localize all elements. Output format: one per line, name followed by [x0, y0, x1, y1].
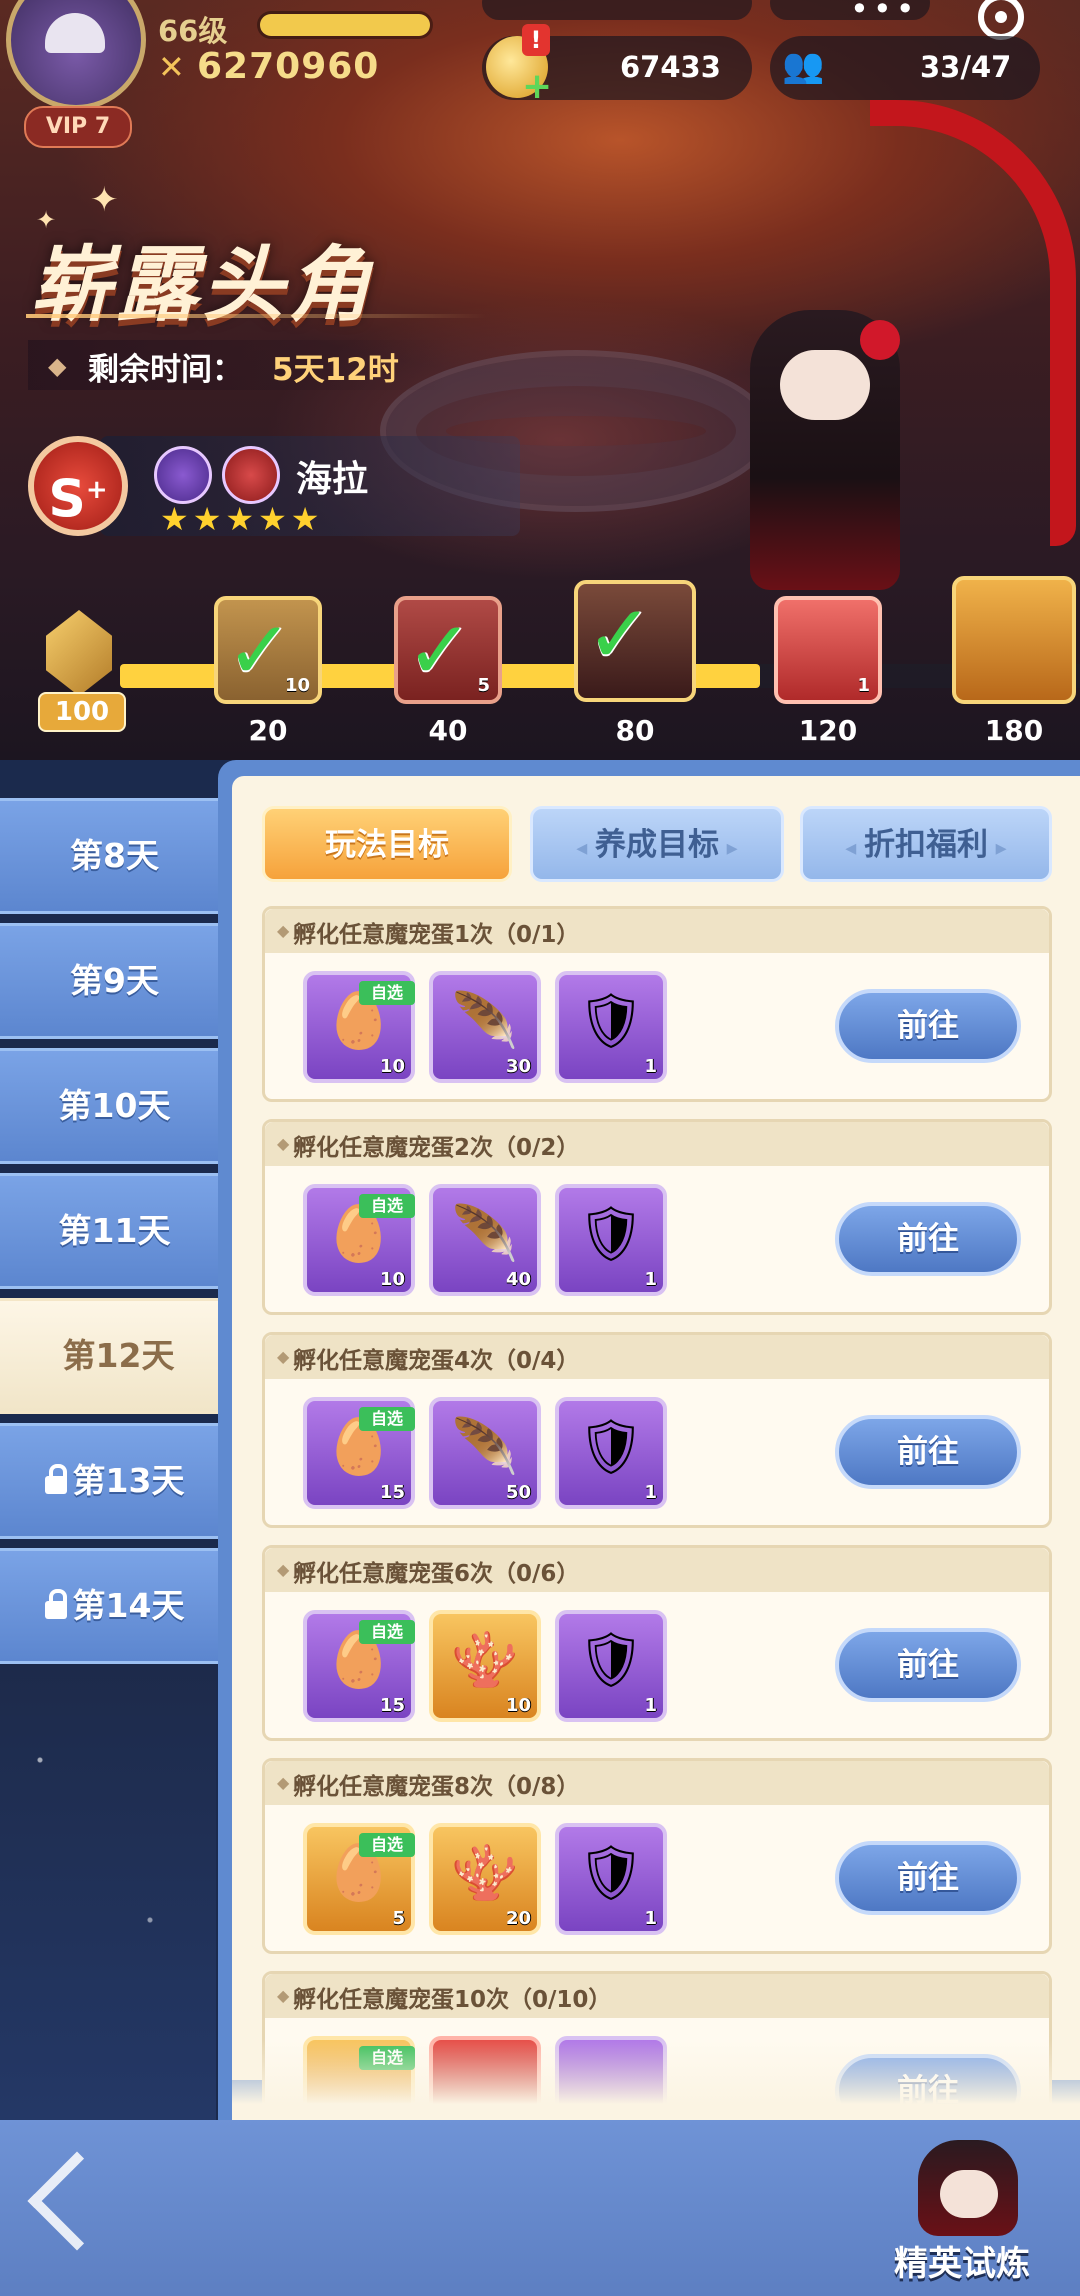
go-button[interactable]: 前往	[835, 1841, 1021, 1915]
milestone-reward-120[interactable]: 1	[774, 596, 882, 704]
resource-pill-top	[482, 0, 752, 20]
lock-icon	[44, 1589, 67, 1619]
day-tab-10[interactable]: 第10天	[0, 1048, 232, 1164]
coin-count: 67433	[620, 50, 721, 84]
combat-power: 6270960	[197, 46, 380, 87]
milestone-label: 40	[428, 714, 468, 747]
starry-background	[0, 1660, 216, 2120]
task-title: 孵化任意魔宠蛋8次（0/8）	[293, 1774, 580, 1800]
eye-element-icon	[154, 446, 212, 504]
timer-label: 剩余时间：	[88, 352, 243, 388]
diamond-icon: ◆	[277, 1347, 290, 1366]
reward-egg[interactable]: 🥚 自选 10	[303, 971, 415, 1083]
hero-character	[690, 100, 1080, 600]
task-title: 孵化任意魔宠蛋4次（0/4）	[293, 1348, 580, 1374]
hero-stars: ★★★★★	[160, 500, 324, 538]
elite-trial-label[interactable]: 精英试炼	[894, 2236, 1030, 2285]
team-count: 33/47	[920, 50, 1012, 84]
more-options-icon[interactable]: •••	[850, 0, 919, 28]
lock-icon	[44, 1464, 67, 1494]
check-icon: ✓	[406, 604, 474, 697]
task-card: ◆ 孵化任意魔宠蛋1次（0/1） 🥚 自选 10 🪶 30 🛡 1 前往	[262, 906, 1052, 1102]
diamond-icon: ◆	[277, 1134, 290, 1153]
day-tab-9[interactable]: 第9天	[0, 923, 232, 1039]
check-icon: ✓	[226, 604, 294, 697]
task-title: 孵化任意魔宠蛋1次（0/1）	[293, 922, 580, 948]
title-underline	[26, 314, 486, 318]
diamond-icon: ◆	[277, 1986, 290, 2005]
progress-value: 100	[38, 692, 126, 732]
reward-feather[interactable]: 🪶 40	[429, 1184, 541, 1296]
diamond-icon: ◆	[48, 352, 67, 380]
chevron-right-icon: ▸	[719, 836, 738, 861]
task-title: 孵化任意魔宠蛋10次（0/10）	[293, 1987, 612, 2013]
reward-egg[interactable]: 🥚 自选 15	[303, 1397, 415, 1509]
group-icon: 👥	[782, 46, 825, 86]
day-tab-12[interactable]: 第12天	[0, 1298, 240, 1414]
reward-coral[interactable]: 🪸 10	[429, 1610, 541, 1722]
exp-bar	[260, 14, 430, 36]
day-tab-11[interactable]: 第11天	[0, 1173, 232, 1289]
diamond-icon: ◆	[277, 1560, 290, 1579]
milestone-reward-80[interactable]: ✓	[574, 580, 696, 702]
task-card: ◆ 孵化任意魔宠蛋2次（0/2） 🥚 自选 10 🪶 40 🛡 1 前往	[262, 1119, 1052, 1315]
gem-icon	[46, 610, 112, 696]
swords-icon: ✕	[158, 48, 185, 86]
reward-egg[interactable]: 🥚 自选 15	[303, 1610, 415, 1722]
reward-shield[interactable]: 🛡 1	[555, 971, 667, 1083]
reward-shield[interactable]: 🛡 1	[555, 1610, 667, 1722]
go-button[interactable]: 前往	[835, 1415, 1021, 1489]
elite-trial-avatar[interactable]	[918, 2140, 1018, 2236]
diamond-icon: ◆	[277, 921, 290, 940]
reward-shield[interactable]: 🛡 1	[555, 1823, 667, 1935]
chevron-right-icon: ▸	[988, 836, 1007, 861]
reward-shield[interactable]: 🛡 1	[555, 1397, 667, 1509]
chevron-left-icon: ◂	[576, 836, 595, 861]
sword-element-icon	[222, 446, 280, 504]
reward-shield[interactable]: 🛡 1	[555, 1184, 667, 1296]
milestone-reward-20[interactable]: ✓ 10	[214, 596, 322, 704]
reward-egg[interactable]: 🥚 自选 10	[303, 1184, 415, 1296]
go-button[interactable]: 前往	[835, 1202, 1021, 1276]
grade-badge: S+	[28, 436, 128, 536]
hero-name: 海拉	[296, 459, 369, 500]
timer-value: 5天12时	[272, 352, 399, 388]
go-button[interactable]: 前往	[835, 1628, 1021, 1702]
reward-coral[interactable]: 🪸 20	[429, 1823, 541, 1935]
milestone-reward-180[interactable]	[952, 576, 1076, 704]
go-button[interactable]: 前往	[835, 989, 1021, 1063]
diamond-icon: ◆	[277, 1773, 290, 1792]
task-card: ◆ 孵化任意魔宠蛋8次（0/8） 🥚 自选 5 🪸 20 🛡 1 前往	[262, 1758, 1052, 1954]
reward-feather[interactable]: 🪶 30	[429, 971, 541, 1083]
chevron-left-icon: ◂	[845, 836, 864, 861]
day-tab-8[interactable]: 第8天	[0, 798, 232, 914]
add-coins-button[interactable]: +	[522, 66, 552, 107]
task-title: 孵化任意魔宠蛋2次（0/2）	[293, 1135, 580, 1161]
tab-gameplay-goals[interactable]: 玩法目标	[262, 806, 512, 882]
task-title: 孵化任意魔宠蛋6次（0/6）	[293, 1561, 580, 1587]
reward-feather[interactable]: 🪶 50	[429, 1397, 541, 1509]
milestone-reward-40[interactable]: ✓ 5	[394, 596, 502, 704]
milestone-label: 180	[984, 714, 1044, 747]
progress-start: 100	[18, 600, 138, 732]
task-card: ◆ 孵化任意魔宠蛋4次（0/4） 🥚 自选 15 🪶 50 🛡 1 前往	[262, 1332, 1052, 1528]
sparkle-icon: ✦	[90, 180, 119, 220]
reward-egg[interactable]: 🥚 自选 5	[303, 1823, 415, 1935]
scroll-fade	[232, 2040, 1080, 2120]
check-icon: ✓	[586, 588, 654, 681]
alert-icon: !	[522, 24, 550, 56]
player-level: 66级	[158, 14, 228, 48]
tab-growth-goals[interactable]: ◂ 养成目标 ▸	[530, 806, 784, 882]
day-tab-13[interactable]: 第13天	[0, 1423, 232, 1539]
day-tab-14[interactable]: 第14天	[0, 1548, 232, 1664]
milestone-label: 20	[248, 714, 288, 747]
back-icon[interactable]	[24, 2148, 134, 2258]
vip-badge[interactable]: VIP 7	[24, 106, 132, 148]
milestone-label: 80	[615, 714, 655, 747]
tab-discount-benefits[interactable]: ◂ 折扣福利 ▸	[800, 806, 1052, 882]
event-title: 崭露头角	[30, 238, 374, 333]
milestone-label: 120	[798, 714, 858, 747]
task-card: ◆ 孵化任意魔宠蛋6次（0/6） 🥚 自选 15 🪸 10 🛡 1 前往	[262, 1545, 1052, 1741]
